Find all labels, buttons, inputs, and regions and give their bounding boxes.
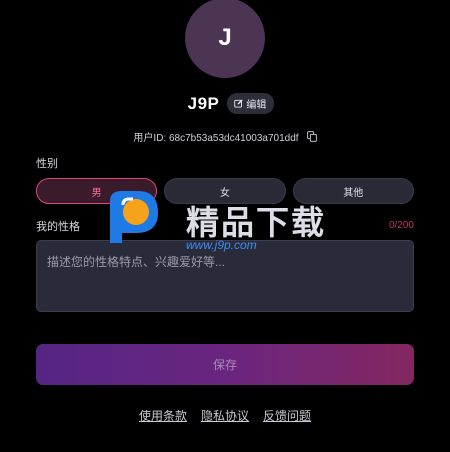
user-id-text: 用户ID: 68c7b53a53dc41003a701ddf [133, 133, 299, 144]
edit-icon [234, 99, 244, 108]
save-button[interactable]: 保存 [36, 344, 414, 385]
edit-button[interactable]: 编辑 [227, 93, 275, 114]
watermark-text: 精品下载 [186, 203, 326, 242]
username: J9P [187, 93, 220, 113]
privacy-link[interactable]: 隐私协议 [201, 407, 249, 424]
terms-link[interactable]: 使用条款 [139, 407, 187, 424]
watermark-logo-icon [110, 191, 158, 243]
avatar-initial: J [218, 24, 232, 51]
feedback-link[interactable]: 反馈问题 [263, 407, 311, 424]
copy-icon[interactable] [306, 131, 317, 142]
footer-links: 使用条款 隐私协议 反馈问题 [0, 407, 450, 424]
personality-label: 我的性格 [36, 221, 80, 233]
name-row: J9P 编辑 [0, 93, 450, 114]
profile-page: J J9P 编辑 用户ID: 68c7b53a53dc41003a701ddf … [0, 0, 450, 452]
gender-label: 性别 [36, 158, 58, 170]
edit-label: 编辑 [246, 100, 267, 111]
avatar[interactable]: J [185, 0, 265, 78]
watermark-url: www.j9p.com [186, 238, 257, 252]
user-id-row: 用户ID: 68c7b53a53dc41003a701ddf [0, 129, 450, 144]
character-counter: 0/200 [388, 220, 414, 231]
